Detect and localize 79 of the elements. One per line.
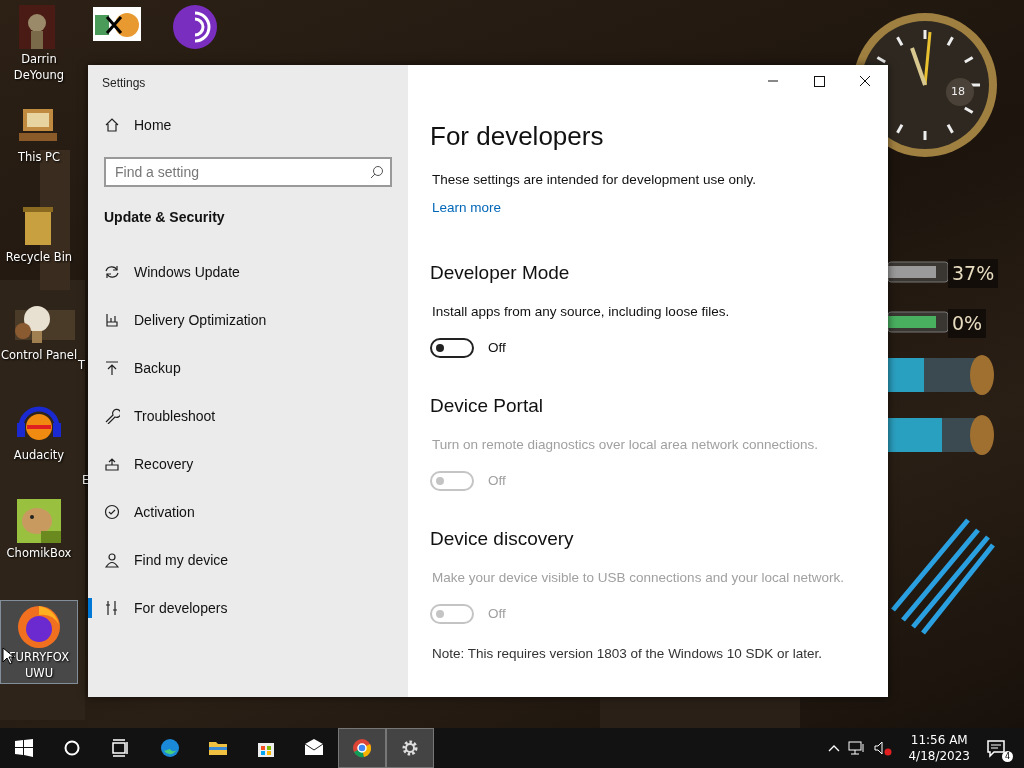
circle-icon — [62, 738, 82, 758]
nav-item[interactable]: Activation — [88, 488, 408, 536]
chart-icon — [104, 312, 120, 328]
nav-item[interactable]: Home — [88, 101, 408, 149]
refresh-icon — [104, 264, 120, 280]
icon-label: T — [78, 357, 86, 374]
nav-label: Backup — [134, 358, 181, 378]
nav-label: Recovery — [134, 454, 194, 474]
nav-label: Activation — [134, 502, 195, 522]
upload-icon — [104, 360, 120, 376]
task-view-icon — [110, 738, 130, 758]
nav-item[interactable]: Backup — [88, 344, 408, 392]
chevron-up-icon[interactable] — [828, 743, 841, 753]
nav-label: Troubleshoot — [134, 406, 216, 426]
toggle-label: Off — [487, 339, 506, 358]
wrench-icon — [104, 408, 120, 424]
person-icon — [104, 552, 120, 568]
nav-item[interactable]: Delivery Optimization — [88, 296, 408, 344]
gauge-reading: 0% — [948, 309, 987, 338]
section-title: Developer Mode — [430, 261, 571, 286]
icon-label: FURRYFOX UWU — [8, 649, 70, 681]
nav-item[interactable]: Windows Update — [88, 248, 408, 296]
nav-item[interactable]: Find my device — [88, 536, 408, 584]
icon-label: Control Panel — [0, 347, 78, 363]
nav-item[interactable]: Troubleshoot — [88, 392, 408, 440]
section-title: Device Portal — [430, 394, 544, 419]
icon-label: Audacity — [13, 447, 65, 463]
taskbar-button[interactable] — [338, 728, 386, 768]
check-circle-icon — [104, 504, 120, 520]
section-description: Install apps from any source, including loose files. — [431, 302, 731, 321]
clock-date: 4/18/2023 — [908, 748, 970, 764]
nav-label: Find my device — [134, 550, 229, 570]
nav-item[interactable]: For developers — [88, 584, 408, 632]
nav-label: Delivery Optimization — [134, 310, 267, 330]
notification-count: 4 — [1002, 751, 1013, 762]
gear-icon — [400, 738, 420, 758]
toggle-label: Off — [487, 472, 506, 491]
fox-globe-icon[interactable] — [15, 603, 63, 649]
clock-time: 11:56 AM — [909, 732, 969, 748]
section-heading: Update & Security — [103, 208, 226, 227]
gauge-reading: 37% — [948, 259, 999, 288]
search-field[interactable]: Find a setting — [104, 157, 392, 187]
notification-icon[interactable] — [986, 737, 1008, 760]
section-description: Make your device visible to USB connections and your local network. — [431, 568, 845, 587]
section-title: Device discovery — [430, 527, 575, 552]
icon-label: Darrin DeYoung — [13, 51, 65, 83]
gauge-tube — [888, 258, 948, 286]
tray-icon — [104, 456, 120, 472]
nav-label: For developers — [134, 598, 228, 618]
icon-label: E — [82, 472, 90, 489]
clock-date: 18 — [951, 84, 965, 100]
icon-label: This PC — [17, 149, 61, 165]
search-icon — [370, 165, 384, 179]
nav-label: Home — [134, 115, 172, 135]
hamster-icon[interactable] — [15, 499, 63, 545]
intro-text: These settings are intended for development use only. — [431, 171, 757, 190]
learn-more-link[interactable]: Learn more — [432, 198, 502, 219]
home-icon — [104, 117, 120, 133]
envelope-icon — [304, 738, 324, 758]
nav-item[interactable]: Recovery — [88, 440, 408, 488]
network-icon[interactable] — [848, 740, 867, 756]
toggle-label: Off — [487, 605, 506, 624]
windows-logo-icon — [14, 738, 34, 758]
gauge-tube — [888, 308, 948, 336]
toggle-switch[interactable] — [430, 338, 474, 359]
icon-label: ChomikBox — [6, 545, 72, 561]
sliders-icon — [104, 600, 120, 616]
onion-icon[interactable] — [171, 5, 219, 51]
section-description: Turn on remote diagnostics over local area network connections. — [431, 435, 819, 454]
note-text: Note: This requires version 1803 of the Windows 10 SDK or later. — [431, 645, 823, 664]
speaker-muted-icon[interactable] — [874, 740, 893, 756]
page-heading: For developers — [430, 121, 605, 153]
edge-icon — [160, 738, 180, 758]
icon-label: Recycle Bin — [5, 249, 73, 265]
window-title: Settings — [101, 75, 147, 92]
nav-label: Windows Update — [134, 262, 240, 282]
chrome-icon — [352, 738, 372, 758]
taskbar-clock[interactable]: 11:56 AM 4/18/2023 — [900, 732, 978, 764]
taskbar-button[interactable] — [386, 728, 434, 768]
